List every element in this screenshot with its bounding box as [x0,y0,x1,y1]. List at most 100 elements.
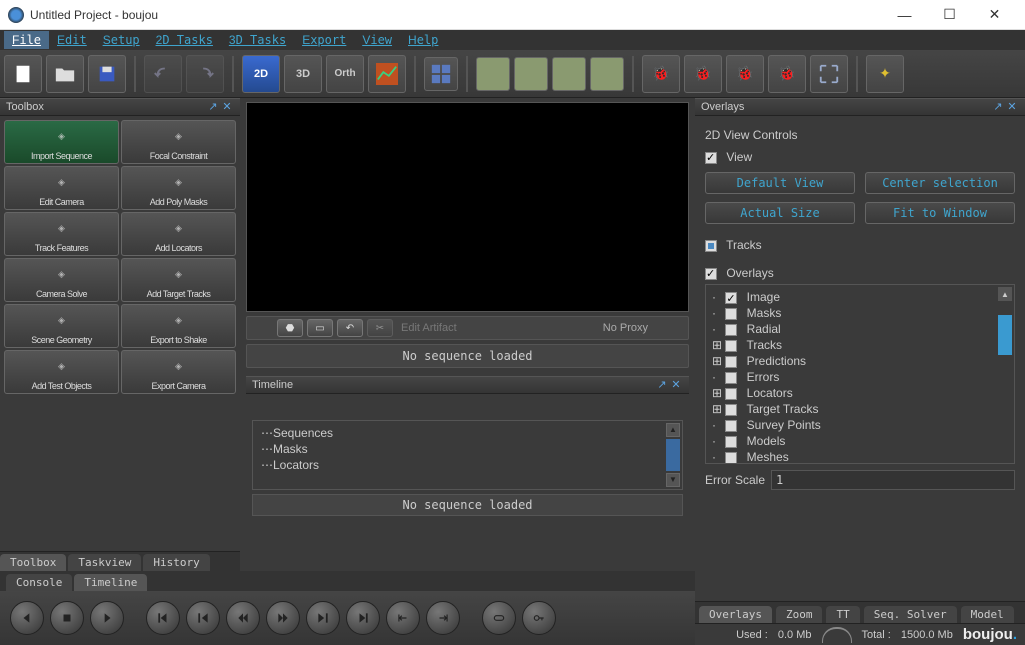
tp-rewind[interactable] [226,601,260,635]
tool-track-features[interactable]: ◈Track Features [4,212,119,256]
window-close[interactable]: ✕ [972,0,1017,30]
tp-stepfwd[interactable] [306,601,340,635]
overlays-tab-zoom[interactable]: Zoom [776,606,823,623]
overlays-checkbox[interactable] [705,268,717,280]
fullscreen-button[interactable] [810,55,848,93]
tool-add-poly-masks[interactable]: ◈Add Poly Masks [121,166,236,210]
tool-export-to-shake[interactable]: ◈Export to Shake [121,304,236,348]
tp-in[interactable] [386,601,420,635]
timeline-item-masks[interactable]: ⋯Masks [261,441,674,457]
menu-export[interactable]: Export [294,31,354,49]
overlay-item-models[interactable]: · Models [712,433,1008,449]
timeline-tab-console[interactable]: Console [6,574,72,591]
fit-to-window-button[interactable]: Fit to Window [865,202,1015,224]
center-selection-button[interactable]: Center selection [865,172,1015,194]
bug2-button[interactable]: 🐞 [684,55,722,93]
tp-stop[interactable] [50,601,84,635]
thumb4-button[interactable] [590,57,624,91]
timeline-expand-icon[interactable]: ↗ [655,378,669,392]
overlay-item-locators[interactable]: ⊞ Locators [712,385,1008,401]
tp-stepback[interactable] [186,601,220,635]
timeline-close-icon[interactable]: ✕ [669,378,683,392]
vp-btn-camera[interactable]: ⬣ [277,319,303,337]
open-button[interactable] [46,55,84,93]
timeline-item-locators[interactable]: ⋯Locators [261,457,674,473]
view-graph-button[interactable] [368,55,406,93]
view-3d-button[interactable]: 3D [284,55,322,93]
tp-last[interactable] [346,601,380,635]
overlays-scrollbar[interactable]: ▲ [998,287,1012,461]
overlay-item-predictions[interactable]: ⊞ Predictions [712,353,1008,369]
timeline-item-sequences[interactable]: ⋯Sequences [261,425,674,441]
thumb2-button[interactable] [514,57,548,91]
overlay-item-meshes[interactable]: · Meshes [712,449,1008,464]
default-view-button[interactable]: Default View [705,172,855,194]
menu-help[interactable]: Help [400,31,446,49]
toolbox-tab-history[interactable]: History [143,554,209,571]
toolbox-tab-taskview[interactable]: Taskview [68,554,141,571]
overlay-item-masks[interactable]: · Masks [712,305,1008,321]
overlay-item-target-tracks[interactable]: ⊞ Target Tracks [712,401,1008,417]
overlays-tree[interactable]: · Image· Masks· Radial⊞ Tracks⊞ Predicti… [705,284,1015,464]
view-orth-button[interactable]: Orth [326,55,364,93]
vp-btn-rect[interactable]: ▭ [307,319,333,337]
wand-button[interactable]: ✦ [866,55,904,93]
undo-button[interactable] [144,55,182,93]
tool-add-target-tracks[interactable]: ◈Add Target Tracks [121,258,236,302]
tool-export-camera[interactable]: ◈Export Camera [121,350,236,394]
tool-scene-geometry[interactable]: ◈Scene Geometry [4,304,119,348]
timeline-tree[interactable]: ⋯Sequences⋯Masks⋯Locators ▲▼ [252,420,683,490]
tool-add-locators[interactable]: ◈Add Locators [121,212,236,256]
bug4-button[interactable]: 🐞 [768,55,806,93]
bug3-button[interactable]: 🐞 [726,55,764,93]
overlay-item-tracks[interactable]: ⊞ Tracks [712,337,1008,353]
viewport[interactable] [246,102,689,312]
menu-3d-tasks[interactable]: 3D Tasks [221,31,294,49]
toolbox-tab-toolbox[interactable]: Toolbox [0,554,66,571]
toolbox-expand-icon[interactable]: ↗ [206,100,220,114]
tracks-checkbox[interactable] [705,240,717,252]
overlay-item-radial[interactable]: · Radial [712,321,1008,337]
overlay-item-image[interactable]: · Image [712,289,1008,305]
vp-btn-cut[interactable]: ✂ [367,319,393,337]
tp-loop[interactable] [482,601,516,635]
tp-first[interactable] [146,601,180,635]
overlays-close-icon[interactable]: ✕ [1005,100,1019,114]
overlays-tab-overlays[interactable]: Overlays [699,606,772,623]
menu-file[interactable]: File [4,31,49,49]
error-scale-input[interactable] [771,470,1015,490]
tp-play[interactable] [90,601,124,635]
menu-2d-tasks[interactable]: 2D Tasks [148,31,221,49]
new-button[interactable] [4,55,42,93]
redo-button[interactable] [186,55,224,93]
save-button[interactable] [88,55,126,93]
menu-setup[interactable]: Setup [95,31,148,49]
layout-grid-button[interactable] [424,57,458,91]
menu-view[interactable]: View [354,31,400,49]
tp-prev[interactable] [10,601,44,635]
overlays-expand-icon[interactable]: ↗ [991,100,1005,114]
tp-key[interactable] [522,601,556,635]
vp-btn-undo[interactable]: ↶ [337,319,363,337]
tp-ffwd[interactable] [266,601,300,635]
tool-edit-camera[interactable]: ◈Edit Camera [4,166,119,210]
window-maximize[interactable]: ☐ [927,0,972,30]
overlays-tab-tt[interactable]: TT [826,606,859,623]
timeline-scrollbar[interactable]: ▲▼ [666,423,680,487]
tp-out[interactable] [426,601,460,635]
toolbox-close-icon[interactable]: ✕ [220,100,234,114]
menu-edit[interactable]: Edit [49,31,95,49]
overlays-tab-model[interactable]: Model [961,606,1014,623]
view-2d-button[interactable]: 2D [242,55,280,93]
window-minimize[interactable]: — [882,0,927,30]
actual-size-button[interactable]: Actual Size [705,202,855,224]
overlay-item-errors[interactable]: · Errors [712,369,1008,385]
overlays-tab-seq-solver[interactable]: Seq. Solver [864,606,957,623]
thumb1-button[interactable] [476,57,510,91]
bug1-button[interactable]: 🐞 [642,55,680,93]
tool-import-sequence[interactable]: ◈Import Sequence [4,120,119,164]
timeline-tab-timeline[interactable]: Timeline [74,574,147,591]
overlay-item-survey-points[interactable]: · Survey Points [712,417,1008,433]
tool-add-test-objects[interactable]: ◈Add Test Objects [4,350,119,394]
view-checkbox[interactable] [705,152,717,164]
